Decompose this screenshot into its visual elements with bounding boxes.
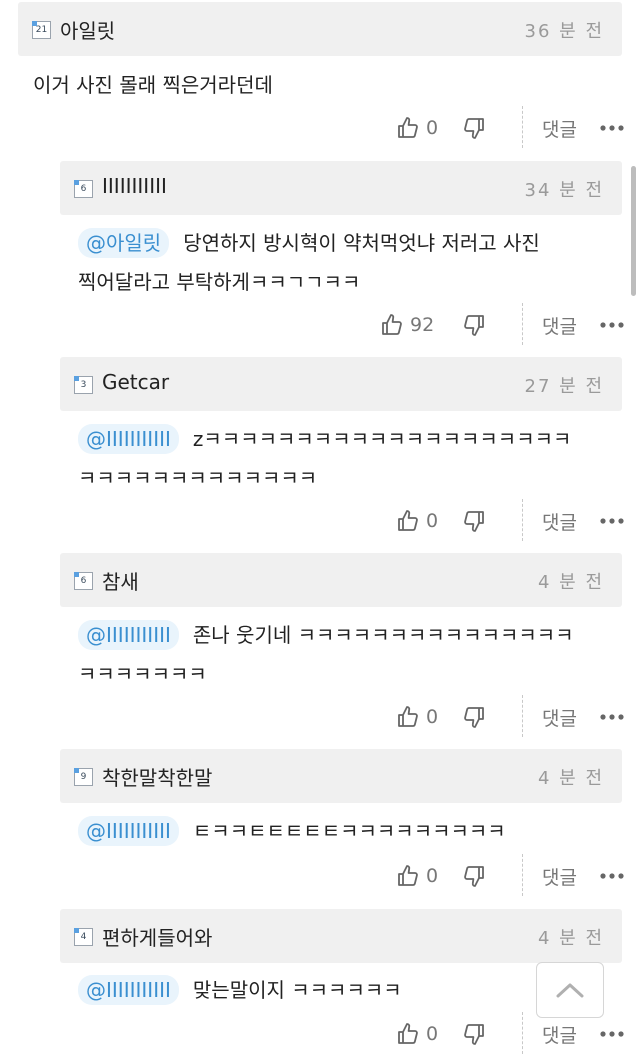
comment-author[interactable]: 아일릿 xyxy=(60,15,115,44)
comment-text: @IIIIIIIIIII zㅋㅋㅋㅋㅋㅋㅋㅋㅋㅋㅋㅋㅋㅋㅋㅋㅋㅋㅋㅋ ㅋㅋㅋㅋㅋㅋ… xyxy=(78,420,571,498)
level-badge: 4 xyxy=(74,928,93,946)
more-button[interactable] xyxy=(600,858,624,894)
comment-author[interactable]: Getcar xyxy=(102,370,169,394)
reply-button[interactable]: 댓글 xyxy=(542,858,577,894)
comment-time: 27 분 전 xyxy=(524,376,604,397)
dislike-button[interactable] xyxy=(462,1016,486,1052)
dislike-button[interactable] xyxy=(462,699,486,735)
thumbs-up-icon xyxy=(398,706,418,727)
mention-tag[interactable]: @IIIIIIIIIII xyxy=(78,816,179,846)
like-button[interactable]: 0 xyxy=(396,503,438,539)
comment-time: 4 분 전 xyxy=(537,928,604,949)
divider xyxy=(522,106,524,148)
comment-time: 34 분 전 xyxy=(524,180,604,201)
more-dots-icon xyxy=(600,125,624,131)
like-count: 0 xyxy=(426,706,439,728)
reply-button[interactable]: 댓글 xyxy=(542,503,577,539)
thumbs-up-icon xyxy=(398,1023,418,1044)
more-dots-icon xyxy=(600,518,624,524)
comment-author[interactable]: IIIIIIIIIII xyxy=(102,174,167,198)
reply-button[interactable]: 댓글 xyxy=(542,699,577,735)
divider xyxy=(522,303,524,345)
like-count: 0 xyxy=(426,117,439,139)
thumbs-down-icon xyxy=(464,511,484,532)
mention-tag[interactable]: @IIIIIIIIIII xyxy=(78,424,179,454)
reply-button[interactable]: 댓글 xyxy=(542,307,577,343)
level-badge: 3 xyxy=(74,376,93,394)
thumbs-down-icon xyxy=(464,315,484,336)
comment-text: 이거 사진 몰래 찍은거라던데 xyxy=(33,73,273,97)
comment-time: 36 분 전 xyxy=(524,21,604,42)
divider xyxy=(522,854,524,896)
dislike-button[interactable] xyxy=(462,307,486,343)
more-button[interactable] xyxy=(600,110,624,146)
thumbs-up-icon xyxy=(398,510,418,531)
more-button[interactable] xyxy=(600,307,624,343)
like-button[interactable]: 0 xyxy=(396,858,438,894)
more-dots-icon xyxy=(600,1031,624,1037)
reply-header: 3 Getcar 27 분 전 xyxy=(60,357,622,411)
more-button[interactable] xyxy=(600,1016,624,1052)
level-badge: 6 xyxy=(74,572,93,590)
comment-text: @IIIIIIIIIII ㅌㅋㅋㅌㅌㅌㅌㅌㅋㅋㅋㅋㅋㅋㅋㅋㅋ xyxy=(78,812,506,851)
thumbs-up-icon xyxy=(398,117,418,138)
scrollbar[interactable] xyxy=(631,166,636,296)
reply-button[interactable]: 댓글 xyxy=(542,1016,577,1052)
comment-time: 4 분 전 xyxy=(537,768,604,789)
comment-actions: 0 댓글 xyxy=(390,499,626,541)
comment-time: 4 분 전 xyxy=(537,572,604,593)
dislike-button[interactable] xyxy=(462,110,486,146)
chevron-up-icon xyxy=(556,983,584,998)
mention-tag[interactable]: @아일릿 xyxy=(78,228,170,258)
comment-author[interactable]: 참새 xyxy=(102,566,139,595)
reply-header: 9 착한말착한말 4 분 전 xyxy=(60,749,622,803)
mention-tag[interactable]: @IIIIIIIIIII xyxy=(78,975,179,1005)
level-badge: 21 xyxy=(32,21,51,39)
comment-author[interactable]: 착한말착한말 xyxy=(102,762,212,791)
thumbs-up-icon xyxy=(382,314,402,335)
thumbs-down-icon xyxy=(464,1024,484,1045)
comment-header: 21 아일릿 36 분 전 xyxy=(18,2,622,56)
comment-actions: 0 댓글 xyxy=(390,854,626,896)
divider xyxy=(522,499,524,541)
reply-button[interactable]: 댓글 xyxy=(542,110,577,146)
thumbs-down-icon xyxy=(464,707,484,728)
thumbs-down-icon xyxy=(464,118,484,139)
more-dots-icon xyxy=(600,873,624,879)
mention-tag[interactable]: @IIIIIIIIIII xyxy=(78,620,179,650)
like-button[interactable]: 0 xyxy=(396,1016,438,1052)
more-button[interactable] xyxy=(600,699,624,735)
comment-text: @아일릿 당연하지 방시혁이 약처먹엇냐 저러고 사진 찍어달라고 부탁하게ㅋㅋㄱ… xyxy=(78,224,540,302)
reply-header: 6 참새 4 분 전 xyxy=(60,553,622,607)
comment-actions: 0 댓글 xyxy=(390,1012,626,1054)
divider xyxy=(522,1012,524,1054)
like-button[interactable]: 0 xyxy=(396,699,438,735)
more-dots-icon xyxy=(600,714,624,720)
like-count: 92 xyxy=(410,314,435,336)
like-button[interactable]: 92 xyxy=(380,307,434,343)
comment-text: @IIIIIIIIIII 맞는말이지 ㅋㅋㅋㅋㅋㅋ xyxy=(78,971,402,1010)
more-dots-icon xyxy=(600,322,624,328)
thumbs-up-icon xyxy=(398,865,418,886)
comment-text: @IIIIIIIIIII 존나 웃기네 ㅋㅋㅋㅋㅋㅋㅋㅋㅋㅋㅋㅋㅋㅋㅋ ㅋㅋㅋㅋㅋ… xyxy=(78,616,574,694)
thumbs-down-icon xyxy=(464,866,484,887)
scroll-top-button[interactable] xyxy=(536,962,604,1018)
reply-header: 6 IIIIIIIIIII 34 분 전 xyxy=(60,161,622,215)
level-badge: 6 xyxy=(74,180,93,198)
like-count: 0 xyxy=(426,510,439,532)
like-count: 0 xyxy=(426,1023,439,1045)
dislike-button[interactable] xyxy=(462,858,486,894)
comment-author[interactable]: 편하게들어와 xyxy=(102,922,212,951)
level-badge: 9 xyxy=(74,768,93,786)
like-count: 0 xyxy=(426,865,439,887)
comment-actions: 0 댓글 xyxy=(390,106,626,148)
like-button[interactable]: 0 xyxy=(396,110,438,146)
comment-actions: 0 댓글 xyxy=(390,695,626,737)
comment-actions: 92 댓글 xyxy=(380,303,626,345)
reply-header: 4 편하게들어와 4 분 전 xyxy=(60,909,622,963)
more-button[interactable] xyxy=(600,503,624,539)
dislike-button[interactable] xyxy=(462,503,486,539)
divider xyxy=(522,695,524,737)
